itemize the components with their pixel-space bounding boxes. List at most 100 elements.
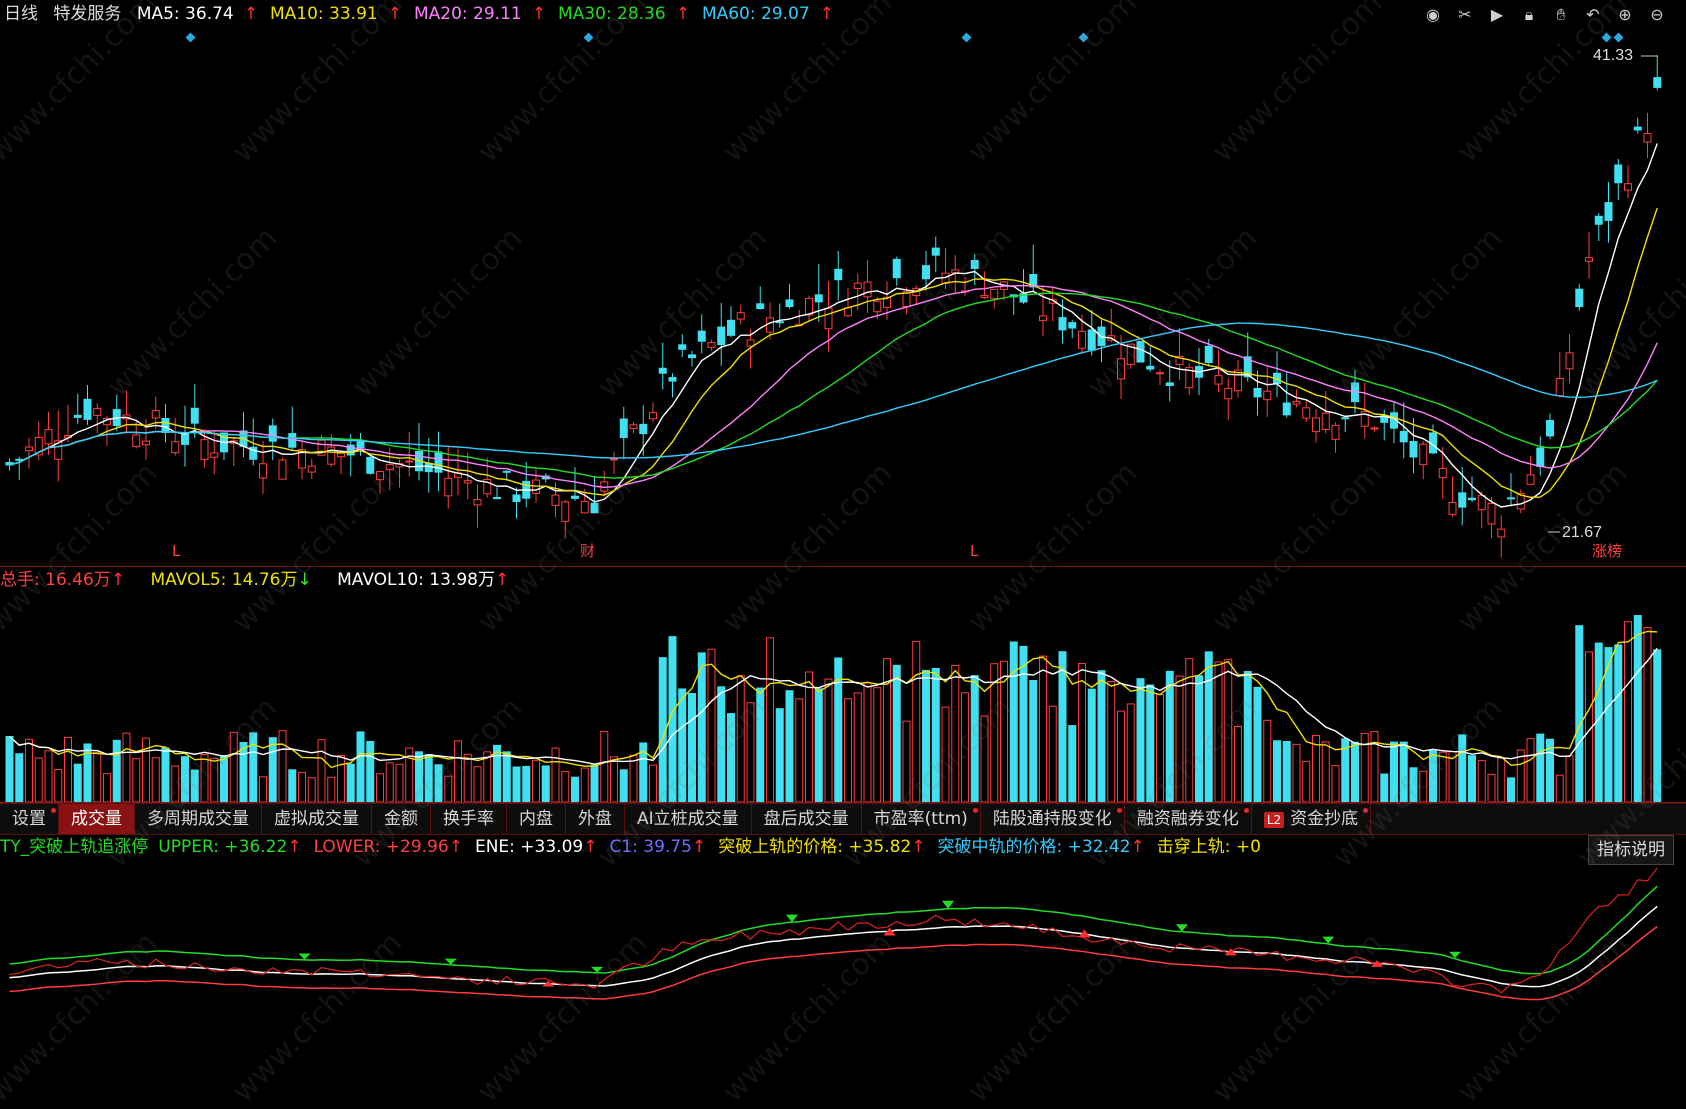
volume-bar bbox=[171, 765, 180, 802]
volume-bar bbox=[571, 776, 579, 802]
candle-body bbox=[1253, 387, 1262, 398]
volume-bar bbox=[1009, 641, 1018, 802]
volume-bar bbox=[931, 667, 940, 802]
indicator-lines[interactable] bbox=[0, 833, 1686, 1010]
volume-bar bbox=[1058, 651, 1067, 802]
candle-body bbox=[366, 457, 375, 474]
candle-body bbox=[649, 412, 657, 420]
volume-bar bbox=[181, 756, 189, 802]
tab-dot bbox=[1116, 808, 1122, 813]
volume-bar bbox=[1048, 705, 1057, 802]
candle-body bbox=[668, 377, 677, 382]
tab-13[interactable]: L2 资金抄底 bbox=[1252, 804, 1372, 834]
tab-0[interactable]: 设置 bbox=[0, 804, 59, 834]
volume-bar bbox=[814, 688, 823, 802]
volume-bar bbox=[1185, 658, 1194, 802]
volume-bar bbox=[688, 693, 696, 802]
candle-body bbox=[1448, 501, 1457, 515]
tab-4[interactable]: 金额 bbox=[372, 804, 431, 834]
candle-body bbox=[834, 268, 843, 281]
candle-body bbox=[356, 441, 365, 449]
volume-bar bbox=[805, 671, 813, 802]
candle-body bbox=[1438, 468, 1447, 479]
tab-1[interactable]: 成交量 bbox=[59, 804, 135, 834]
volume-bar bbox=[1438, 751, 1447, 802]
volume-bar bbox=[824, 678, 833, 802]
candle-body bbox=[824, 307, 833, 330]
volume-bar bbox=[1107, 681, 1116, 802]
down-arrow-signal bbox=[591, 966, 603, 973]
candle-body bbox=[756, 303, 765, 309]
volume-bar bbox=[1019, 645, 1028, 802]
tab-7[interactable]: 外盘 bbox=[566, 804, 625, 834]
candle-body bbox=[619, 418, 628, 439]
volume-bar bbox=[619, 769, 628, 802]
volume-bar bbox=[629, 754, 638, 802]
volume-bar bbox=[385, 762, 394, 802]
candle-body bbox=[1136, 340, 1145, 363]
volume-bar bbox=[376, 773, 384, 802]
volume-bar bbox=[1078, 662, 1086, 802]
candle-body bbox=[892, 258, 901, 279]
tab-2[interactable]: 多周期成交量 bbox=[135, 804, 262, 834]
low-price-label: 21.67 bbox=[1562, 524, 1602, 541]
volume-bar bbox=[551, 747, 560, 802]
candle-body bbox=[1507, 497, 1515, 500]
indicator-chart[interactable]: TY_突破上轨追涨停 UPPER: +36.22↑ LOWER: +29.96↑ EN… bbox=[0, 833, 1686, 1010]
candle-body bbox=[1282, 402, 1291, 416]
volume-bar bbox=[1087, 688, 1096, 802]
volume-bar bbox=[44, 750, 53, 802]
indicator-explain-button[interactable]: 指标说明 bbox=[1588, 835, 1674, 865]
candle-body bbox=[785, 299, 794, 308]
tab-6[interactable]: 内盘 bbox=[507, 804, 566, 834]
tab-5[interactable]: 换手率 bbox=[431, 804, 507, 834]
tab-11[interactable]: 陆股通持股变化 bbox=[981, 804, 1125, 834]
volume-bar bbox=[1565, 755, 1574, 802]
volume-bar bbox=[1477, 760, 1486, 802]
candle-body bbox=[1419, 443, 1428, 466]
candle-body bbox=[1117, 358, 1125, 380]
candle-body bbox=[902, 291, 911, 308]
volume-bar bbox=[522, 765, 531, 802]
volume-chart[interactable]: 总手: 16.46万↑ MAVOL5: 14.76万↓ MAVOL10: 13.… bbox=[0, 566, 1686, 803]
c1-line bbox=[9, 867, 1658, 994]
volume-bars[interactable] bbox=[0, 566, 1686, 802]
volume-bar bbox=[220, 754, 228, 802]
diamond-marker bbox=[1078, 32, 1089, 43]
candle-body bbox=[1497, 528, 1506, 538]
volume-bar bbox=[278, 730, 287, 802]
candle-body bbox=[512, 494, 521, 503]
volume-bar bbox=[902, 720, 911, 802]
tab-label: 虚拟成交量 bbox=[274, 809, 359, 829]
tab-dot bbox=[972, 808, 978, 813]
volume-bar bbox=[775, 708, 784, 802]
down-arrow-signal bbox=[786, 914, 798, 923]
tab-12[interactable]: 融资融券变化 bbox=[1125, 804, 1252, 834]
volume-bar bbox=[307, 777, 316, 802]
candle-body bbox=[707, 342, 716, 348]
volume-bar bbox=[1390, 741, 1398, 802]
volume-bar bbox=[1653, 649, 1662, 802]
volume-bar bbox=[1156, 693, 1164, 802]
candlestick-chart[interactable]: 41.33 21.67 L 财 L 涨榜 bbox=[0, 0, 1686, 566]
candle-body bbox=[1058, 317, 1067, 331]
volume-bar bbox=[1029, 680, 1038, 802]
tab-9[interactable]: 盘后成交量 bbox=[752, 804, 862, 834]
candle-body bbox=[1165, 382, 1174, 387]
tab-8[interactable]: AI立桩成交量 bbox=[625, 804, 752, 834]
volume-bar bbox=[1331, 765, 1340, 802]
volume-bar bbox=[912, 641, 921, 802]
volume-bar bbox=[678, 688, 687, 802]
candle-body bbox=[639, 423, 648, 435]
tab-10[interactable]: 市盈率(ttm) bbox=[862, 804, 981, 834]
volume-bar bbox=[337, 754, 345, 802]
price-chart[interactable]: 41.33 21.67 L 财 L 涨榜 bbox=[0, 0, 1686, 567]
volume-bar bbox=[736, 675, 745, 802]
tab-label: 设置 bbox=[12, 809, 46, 829]
volume-bar bbox=[1555, 774, 1564, 802]
volume-bar bbox=[1263, 719, 1272, 802]
tab-label: 多周期成交量 bbox=[147, 809, 249, 829]
tab-3[interactable]: 虚拟成交量 bbox=[262, 804, 372, 834]
candle-body bbox=[161, 417, 170, 433]
down-arrow-signal bbox=[298, 953, 311, 960]
